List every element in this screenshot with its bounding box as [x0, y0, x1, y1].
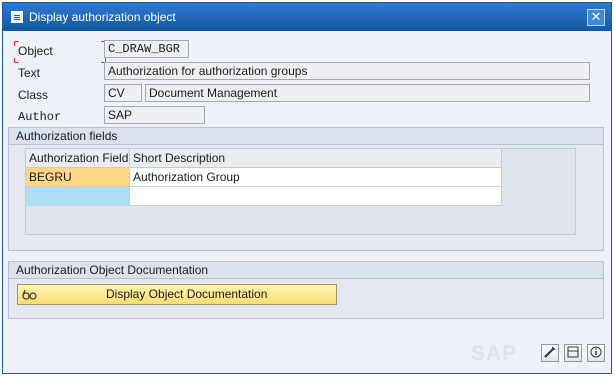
close-button[interactable]: ✕ [587, 9, 605, 26]
author-label: Author [18, 110, 62, 124]
column-header-short-description[interactable]: Short Description [130, 149, 502, 168]
dialog-window: Display authorization object ✕ Object C_… [2, 2, 612, 374]
window-title: Display authorization object [29, 10, 176, 24]
column-header-authorization-field[interactable]: Authorization Field [26, 149, 130, 168]
text-field[interactable]: Authorization for authorization groups [104, 62, 590, 80]
authorization-fields-group: Authorization fields Authorization Field… [8, 127, 604, 251]
table-cell-authorization-field[interactable]: BEGRU [26, 168, 130, 187]
documentation-glasses-icon [22, 287, 38, 302]
status-bar [3, 341, 611, 373]
documentation-title: Authorization Object Documentation [9, 262, 603, 279]
object-label: Object [18, 44, 53, 58]
table-cell-empty-selected[interactable] [26, 187, 130, 206]
table-cell-short-description[interactable]: Authorization Group [130, 168, 502, 187]
authorization-fields-title: Authorization fields [9, 128, 603, 145]
layout-icon[interactable] [564, 344, 582, 362]
display-object-documentation-label: Display Object Documentation [106, 287, 268, 301]
class-label: Class [18, 88, 49, 102]
author-field[interactable]: SAP [104, 106, 205, 124]
title-bar: Display authorization object ✕ [3, 3, 611, 31]
display-object-documentation-button[interactable]: Display Object Documentation [17, 284, 337, 305]
pencil-icon[interactable] [541, 344, 559, 362]
class-field[interactable]: CV [104, 84, 142, 102]
authorization-fields-table: Authorization Field Short Description BE… [25, 148, 576, 235]
info-icon[interactable] [587, 344, 605, 362]
class-description-field: Document Management [145, 84, 590, 102]
text-label: Text [18, 66, 41, 80]
window-icon [11, 11, 23, 23]
object-field[interactable]: C_DRAW_BGR [104, 40, 189, 58]
table-cell-empty[interactable] [130, 187, 502, 206]
watermark: SAP [471, 342, 518, 365]
